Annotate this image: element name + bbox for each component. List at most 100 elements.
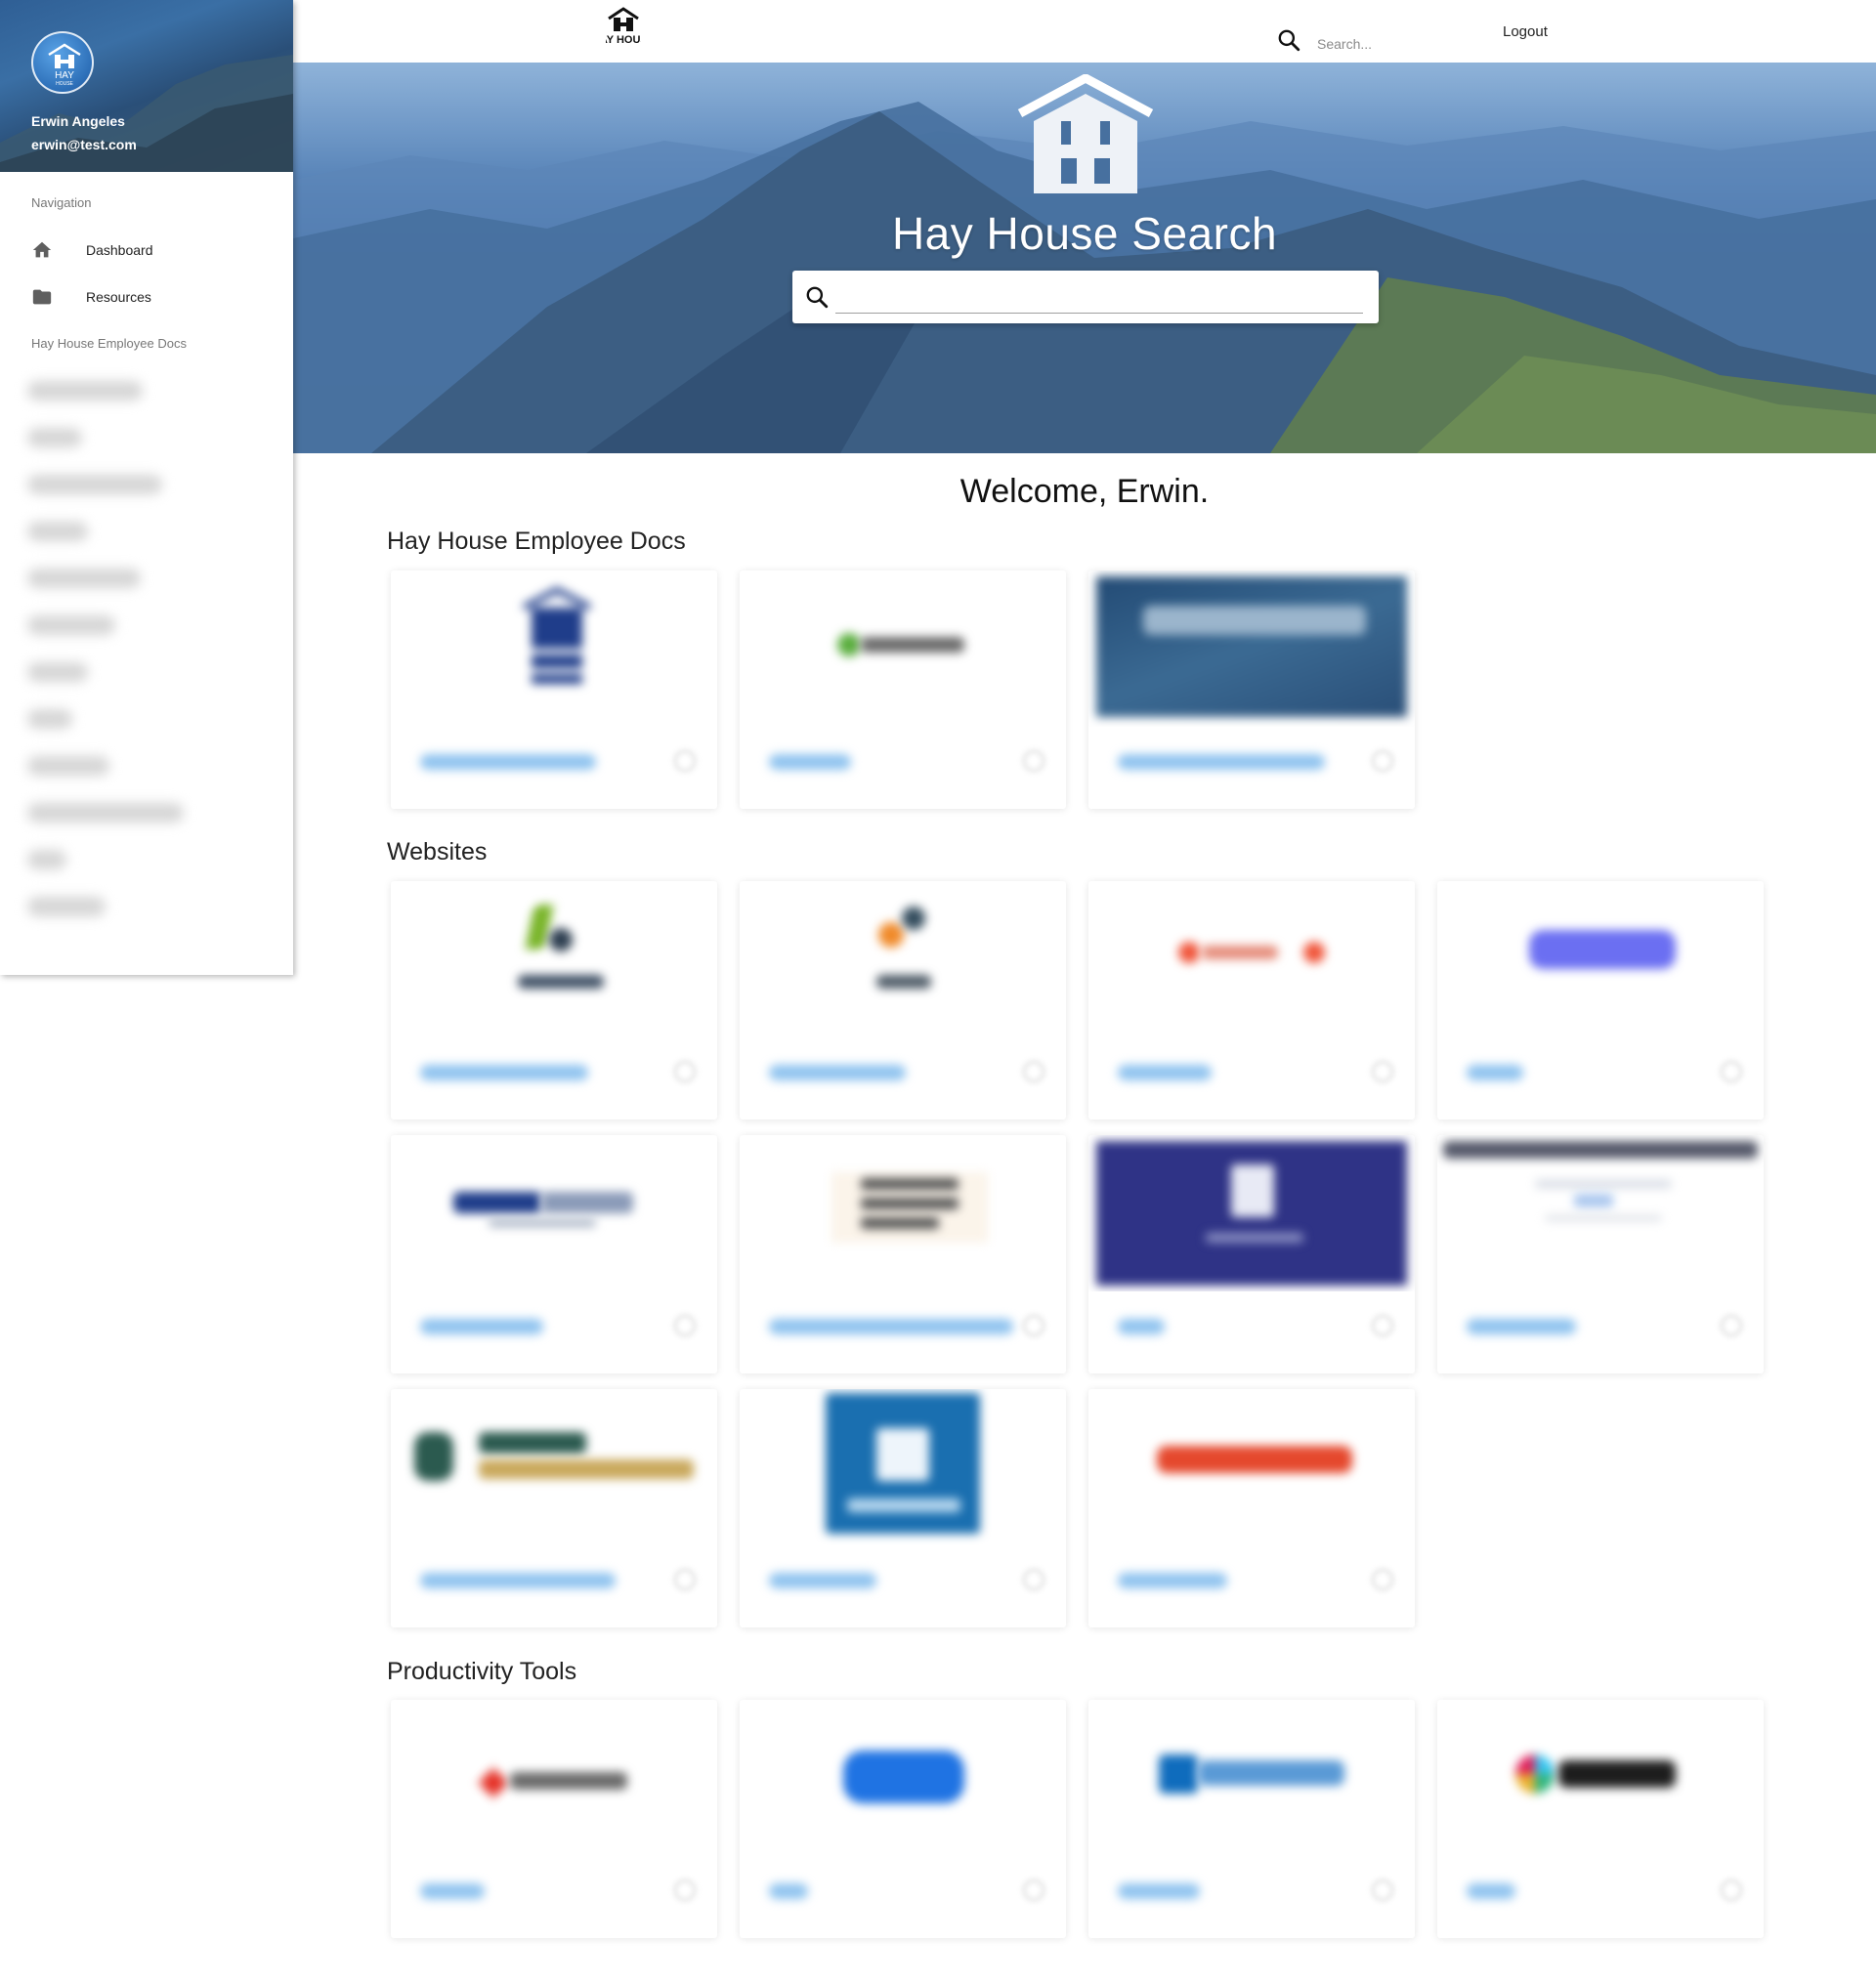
sidebar-item-dashboard[interactable]: Dashboard <box>0 229 293 272</box>
card-link[interactable] <box>420 1883 485 1899</box>
tool-card[interactable] <box>1088 1700 1415 1938</box>
website-card[interactable] <box>391 881 717 1120</box>
card-logo <box>1088 881 1415 1037</box>
sidebar-item-label: Resources <box>86 289 151 305</box>
hero-search-input[interactable] <box>835 280 1363 314</box>
info-icon[interactable] <box>1721 1880 1742 1901</box>
card-link[interactable] <box>1118 1065 1212 1080</box>
card-link[interactable] <box>420 754 596 770</box>
sidebar-doc-item[interactable] <box>27 756 109 776</box>
card-logo <box>1088 570 1415 727</box>
sidebar-doc-item[interactable] <box>27 803 184 823</box>
sidebar-doc-item[interactable] <box>27 709 72 729</box>
navigation-subheader: Navigation <box>31 195 92 210</box>
info-icon[interactable] <box>1372 750 1393 772</box>
hay-house-hero-logo-icon <box>1017 74 1154 193</box>
section-title-productivity-tools: Productivity Tools <box>387 1658 577 1685</box>
card-link[interactable] <box>769 754 851 770</box>
card-link[interactable] <box>1467 1065 1523 1080</box>
hay-house-logo[interactable]: HAY HOUSE <box>606 6 641 53</box>
website-card[interactable] <box>391 1389 717 1627</box>
logout-link[interactable]: Logout <box>1503 23 1548 40</box>
card-link[interactable] <box>420 1319 543 1334</box>
card-logo <box>740 1389 1066 1545</box>
website-card[interactable] <box>1437 1135 1764 1373</box>
card-logo <box>1437 881 1764 1037</box>
info-icon[interactable] <box>1372 1061 1393 1082</box>
doc-card[interactable] <box>740 570 1066 809</box>
website-card[interactable] <box>740 1389 1066 1627</box>
card-link[interactable] <box>769 1883 808 1899</box>
card-logo <box>1088 1135 1415 1291</box>
svg-text:HAY: HAY <box>55 70 74 81</box>
hero-title: Hay House Search <box>891 208 1278 259</box>
card-link[interactable] <box>1118 1573 1227 1588</box>
sidebar-doc-item[interactable] <box>27 662 88 682</box>
doc-card[interactable] <box>391 570 717 809</box>
sidebar-doc-item[interactable] <box>27 615 115 635</box>
folder-icon <box>32 289 52 305</box>
sidebar-doc-item[interactable] <box>27 522 88 541</box>
sidebar-doc-item[interactable] <box>27 569 141 588</box>
info-icon[interactable] <box>1721 1315 1742 1336</box>
card-logo <box>391 1700 717 1856</box>
card-link[interactable] <box>769 1319 1013 1334</box>
doc-card[interactable] <box>1088 570 1415 809</box>
search-input[interactable] <box>1317 33 1464 55</box>
sidebar-profile-header: HAY HOUSE Erwin Angeles erwin@test.com <box>0 0 293 172</box>
sidebar-doc-item[interactable] <box>27 475 162 494</box>
welcome-heading: Welcome, Erwin. <box>959 473 1210 510</box>
card-link[interactable] <box>420 1065 588 1080</box>
profile-email: erwin@test.com <box>31 137 137 152</box>
info-icon[interactable] <box>1023 1061 1045 1082</box>
card-logo <box>391 1135 717 1291</box>
card-link[interactable] <box>420 1573 616 1588</box>
home-icon <box>32 241 52 258</box>
info-icon[interactable] <box>1372 1880 1393 1901</box>
website-card[interactable] <box>740 1135 1066 1373</box>
search-icon[interactable] <box>1276 27 1301 53</box>
tool-card[interactable] <box>740 1700 1066 1938</box>
card-link[interactable] <box>1118 1319 1165 1334</box>
tool-card[interactable] <box>391 1700 717 1938</box>
card-link[interactable] <box>1467 1319 1576 1334</box>
info-icon[interactable] <box>1023 1315 1045 1336</box>
info-icon[interactable] <box>1721 1061 1742 1082</box>
hay-house-logo-icon: HAY HOUSE <box>48 43 81 86</box>
sidebar-doc-item[interactable] <box>27 850 66 869</box>
info-icon[interactable] <box>1023 1880 1045 1901</box>
info-icon[interactable] <box>674 750 696 772</box>
card-link[interactable] <box>1118 1883 1200 1899</box>
info-icon[interactable] <box>1372 1569 1393 1590</box>
avatar[interactable]: HAY HOUSE <box>31 31 94 94</box>
sidebar-item-resources[interactable]: Resources <box>0 275 293 318</box>
website-card[interactable] <box>740 881 1066 1120</box>
info-icon[interactable] <box>1023 1569 1045 1590</box>
sidebar-doc-item[interactable] <box>27 897 106 916</box>
card-link[interactable] <box>769 1573 876 1588</box>
website-card[interactable] <box>391 1135 717 1373</box>
website-card[interactable] <box>1088 881 1415 1120</box>
tool-card[interactable] <box>1437 1700 1764 1938</box>
search-icon[interactable] <box>804 284 830 310</box>
website-card[interactable] <box>1088 1389 1415 1627</box>
card-link[interactable] <box>1118 754 1325 770</box>
info-icon[interactable] <box>674 1061 696 1082</box>
info-icon[interactable] <box>674 1569 696 1590</box>
sidebar-doc-item[interactable] <box>27 428 82 447</box>
website-card[interactable] <box>1088 1135 1415 1373</box>
card-logo <box>740 1135 1066 1291</box>
card-logo <box>740 881 1066 1037</box>
card-logo <box>1437 1135 1764 1291</box>
info-icon[interactable] <box>674 1880 696 1901</box>
info-icon[interactable] <box>674 1315 696 1336</box>
sidebar-doc-item[interactable] <box>27 381 143 401</box>
card-logo <box>1088 1389 1415 1545</box>
sidebar: HAY HOUSE Erwin Angeles erwin@test.com N… <box>0 0 293 975</box>
info-icon[interactable] <box>1023 750 1045 772</box>
card-link[interactable] <box>769 1065 906 1080</box>
svg-text:HOUSE: HOUSE <box>56 81 73 86</box>
info-icon[interactable] <box>1372 1315 1393 1336</box>
website-card[interactable] <box>1437 881 1764 1120</box>
card-link[interactable] <box>1467 1883 1515 1899</box>
